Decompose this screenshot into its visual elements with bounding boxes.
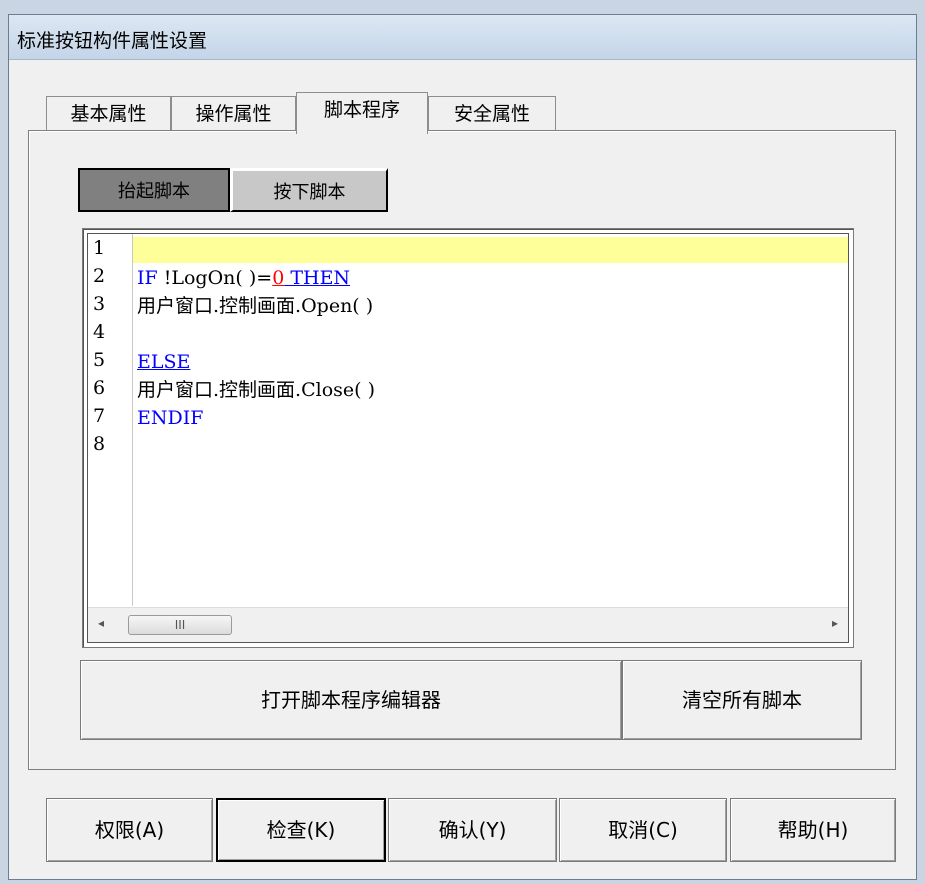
clear-all-scripts-button[interactable]: 清空所有脚本 [622, 660, 862, 740]
line-number: 2 [93, 265, 106, 287]
code-text: !LogOn( )= [163, 267, 273, 289]
check-button[interactable]: 检查(K) [216, 798, 386, 862]
keyword-if: IF [137, 267, 164, 289]
tab-script-program[interactable]: 脚本程序 [296, 92, 428, 134]
editor-frame: 1 2 3 4 5 6 7 8 IF !LogOn( )=0 THEN 用户窗口… [87, 233, 849, 643]
keyword-endif: ENDIF [137, 407, 204, 429]
subtab-release-script[interactable]: 抬起脚本 [78, 168, 230, 212]
code-line[interactable] [133, 321, 848, 347]
line-number: 1 [93, 237, 106, 259]
keyword-else: ELSE [137, 351, 191, 373]
keyword-then: THEN [284, 267, 351, 289]
tab-basic-properties[interactable]: 基本属性 [46, 96, 171, 130]
code-line[interactable]: 用户窗口.控制画面.Close( ) [133, 377, 848, 403]
code-line[interactable]: ENDIF [133, 405, 848, 431]
subtab-press-script[interactable]: 按下脚本 [230, 168, 388, 212]
code-line[interactable] [133, 433, 848, 459]
code-text: 用户窗口.控制画面.Close( ) [137, 379, 375, 401]
line-number-gutter: 1 2 3 4 5 6 7 8 [88, 234, 133, 606]
tab-security-properties[interactable]: 安全属性 [428, 96, 556, 130]
line-number: 6 [93, 377, 106, 399]
horizontal-scrollbar[interactable]: ◂ III ▸ [88, 607, 848, 642]
open-script-editor-button[interactable]: 打开脚本程序编辑器 [80, 660, 622, 740]
scroll-right-arrow-icon[interactable]: ▸ [832, 616, 838, 630]
line-number: 7 [93, 405, 106, 427]
code-line[interactable]: ELSE [133, 349, 848, 375]
script-editor[interactable]: 1 2 3 4 5 6 7 8 IF !LogOn( )=0 THEN 用户窗口… [82, 228, 854, 648]
window-title: 标准按钮构件属性设置 [17, 30, 208, 52]
scroll-left-arrow-icon[interactable]: ◂ [98, 616, 104, 630]
cancel-button[interactable]: 取消(C) [559, 798, 727, 862]
title-bar[interactable]: 标准按钮构件属性设置 [9, 15, 916, 60]
help-button[interactable]: 帮助(H) [730, 798, 896, 862]
code-text: 用户窗口.控制画面.Open( ) [137, 295, 374, 317]
code-line[interactable]: IF !LogOn( )=0 THEN [133, 265, 848, 291]
code-line-current[interactable] [133, 237, 848, 263]
scrollbar-thumb[interactable]: III [128, 615, 232, 635]
code-area[interactable]: IF !LogOn( )=0 THEN 用户窗口.控制画面.Open( ) EL… [133, 234, 848, 606]
confirm-button[interactable]: 确认(Y) [388, 798, 557, 862]
line-number: 5 [93, 349, 106, 371]
line-number: 8 [93, 433, 106, 455]
permission-button[interactable]: 权限(A) [46, 798, 213, 862]
number-literal: 0 [272, 267, 285, 289]
line-number: 3 [93, 293, 106, 315]
tab-operation-properties[interactable]: 操作属性 [171, 96, 296, 130]
code-line[interactable]: 用户窗口.控制画面.Open( ) [133, 293, 848, 319]
line-number: 4 [93, 321, 106, 343]
grip-icon: III [174, 618, 186, 632]
